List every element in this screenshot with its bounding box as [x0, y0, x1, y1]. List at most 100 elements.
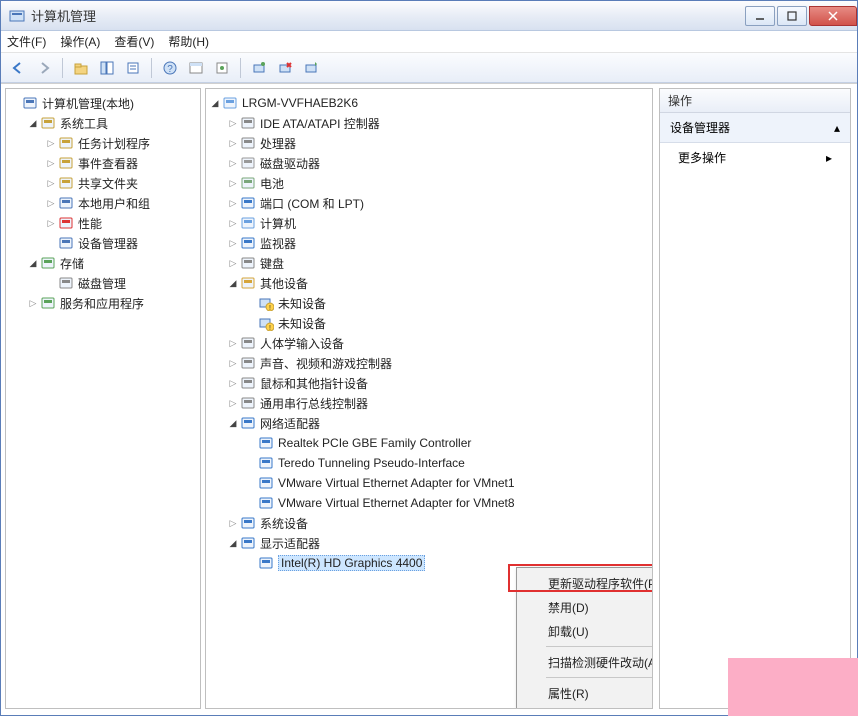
tree-twisty[interactable]: ◢ [226, 276, 240, 290]
tree-twisty[interactable]: ▷ [226, 176, 240, 190]
tree-row[interactable]: !未知设备 [208, 293, 650, 313]
tree-label: 声音、视频和游戏控制器 [260, 355, 392, 372]
tree-twisty[interactable]: ▷ [226, 376, 240, 390]
tree-twisty[interactable]: ▷ [226, 216, 240, 230]
tree-label: Intel(R) HD Graphics 4400 [278, 555, 425, 571]
tree-row[interactable]: VMware Virtual Ethernet Adapter for VMne… [208, 473, 650, 493]
tree-row[interactable]: ▷键盘 [208, 253, 650, 273]
uninstall-button[interactable] [274, 57, 296, 79]
tree-row[interactable]: ▷通用串行总线控制器 [208, 393, 650, 413]
tree-twisty[interactable]: ▷ [44, 196, 58, 210]
tree-row[interactable]: ▷ 声音、视频和游戏控制器 [208, 353, 650, 373]
tree-row[interactable]: ◢其他设备 [208, 273, 650, 293]
collapse-icon[interactable]: ▴ [834, 121, 840, 135]
tree-twisty[interactable]: ▷ [226, 256, 240, 270]
back-button[interactable] [7, 57, 29, 79]
actions-header: 操作 [660, 89, 850, 113]
tree-twisty[interactable]: ▷ [226, 516, 240, 530]
tree-row[interactable]: ▷系统设备 [208, 513, 650, 533]
tree-row[interactable]: ▷ 共享文件夹 [8, 173, 198, 193]
tree-twisty[interactable]: ◢ [26, 256, 40, 270]
context-menu-item[interactable]: 更新驱动程序软件(P)... [520, 571, 653, 595]
context-menu[interactable]: 更新驱动程序软件(P)...禁用(D)卸载(U) 扫描检测硬件改动(A) 属性(R) [516, 567, 653, 709]
maximize-button[interactable] [777, 6, 807, 26]
tree-row[interactable]: ▷人体学输入设备 [208, 333, 650, 353]
forward-button[interactable] [33, 57, 55, 79]
tree-row[interactable]: 计算机管理(本地) [8, 93, 198, 113]
tree-row[interactable]: ◢网络适配器 [208, 413, 650, 433]
update-driver-button[interactable] [300, 57, 322, 79]
show-hide-tree-button[interactable] [96, 57, 118, 79]
tree-row[interactable]: ▷ 性能 [8, 213, 198, 233]
tree-twisty[interactable]: ◢ [26, 116, 40, 130]
tree-label: 本地用户和组 [78, 195, 150, 212]
tree-row[interactable]: VMware Virtual Ethernet Adapter for VMne… [208, 493, 650, 513]
tree-twisty[interactable]: ◢ [226, 416, 240, 430]
tree-twisty[interactable]: ▷ [226, 396, 240, 410]
tree-label: VMware Virtual Ethernet Adapter for VMne… [278, 496, 515, 510]
toolbar-icon[interactable] [185, 57, 207, 79]
menu-view[interactable]: 查看(V) [114, 33, 154, 50]
menu-action[interactable]: 操作(A) [60, 33, 100, 50]
tree-row[interactable]: ▷处理器 [208, 133, 650, 153]
context-menu-item[interactable]: 卸载(U) [520, 619, 653, 643]
tree-row[interactable]: ▷鼠标和其他指针设备 [208, 373, 650, 393]
tree-twisty[interactable]: ◢ [208, 96, 222, 110]
console-tree[interactable]: 计算机管理(本地)◢系统工具▷任务计划程序▷事件查看器▷共享文件夹▷本地用户和组… [6, 89, 200, 317]
tree-row[interactable]: ▷磁盘驱动器 [208, 153, 650, 173]
context-menu-item[interactable]: 扫描检测硬件改动(A) [520, 650, 653, 674]
tree-twisty[interactable]: ▷ [226, 236, 240, 250]
tree-twisty[interactable]: ▷ [226, 156, 240, 170]
toolbar-icon[interactable] [211, 57, 233, 79]
up-icon[interactable] [70, 57, 92, 79]
more-actions-item[interactable]: 更多操作 ▸ [660, 143, 850, 172]
tree-twisty[interactable]: ▷ [44, 136, 58, 150]
tree-label: 共享文件夹 [78, 175, 138, 192]
left-pane[interactable]: 计算机管理(本地)◢系统工具▷任务计划程序▷事件查看器▷共享文件夹▷本地用户和组… [5, 88, 201, 709]
tree-row[interactable]: ◢LRGM-VVFHAEB2K6 [208, 93, 650, 113]
tree-row[interactable]: ▷计算机 [208, 213, 650, 233]
device-tree[interactable]: ◢LRGM-VVFHAEB2K6▷IDE ATA/ATAPI 控制器▷处理器▷磁… [206, 89, 652, 577]
tree-twisty[interactable]: ▷ [226, 356, 240, 370]
tree-row[interactable]: ▷ 本地用户和组 [8, 193, 198, 213]
tree-row[interactable]: ▷电池 [208, 173, 650, 193]
tree-twisty[interactable]: ▷ [226, 196, 240, 210]
titlebar[interactable]: 计算机管理 [1, 1, 857, 31]
tree-twisty[interactable]: ▷ [44, 176, 58, 190]
tree-row[interactable]: ◢显示适配器 [208, 533, 650, 553]
tree-twisty[interactable]: ▷ [26, 296, 40, 310]
close-button[interactable] [809, 6, 857, 26]
tree-row[interactable]: Realtek PCIe GBE Family Controller [208, 433, 650, 453]
tree-row[interactable]: ▷监视器 [208, 233, 650, 253]
tree-row[interactable]: 设备管理器 [8, 233, 198, 253]
tree-row[interactable]: ◢存储 [8, 253, 198, 273]
scan-hardware-button[interactable] [248, 57, 270, 79]
middle-pane[interactable]: ◢LRGM-VVFHAEB2K6▷IDE ATA/ATAPI 控制器▷处理器▷磁… [205, 88, 653, 709]
tree-row[interactable]: ◢系统工具 [8, 113, 198, 133]
context-menu-item[interactable]: 属性(R) [520, 681, 653, 705]
tree-row[interactable]: ▷端口 (COM 和 LPT) [208, 193, 650, 213]
tree-twisty[interactable]: ▷ [226, 116, 240, 130]
tree-label: 性能 [78, 215, 102, 232]
tree-row[interactable]: Teredo Tunneling Pseudo-Interface [208, 453, 650, 473]
help-button[interactable]: ? [159, 57, 181, 79]
tree-twisty[interactable]: ▷ [44, 216, 58, 230]
context-menu-separator [546, 646, 653, 647]
tree-row[interactable]: ▷服务和应用程序 [8, 293, 198, 313]
menu-file[interactable]: 文件(F) [7, 33, 46, 50]
tree-row[interactable]: ▷事件查看器 [8, 153, 198, 173]
tools-icon [40, 115, 56, 131]
tree-twisty[interactable]: ▷ [44, 156, 58, 170]
tree-row[interactable]: ▷IDE ATA/ATAPI 控制器 [208, 113, 650, 133]
context-menu-item[interactable]: 禁用(D) [520, 595, 653, 619]
tree-row[interactable]: ▷任务计划程序 [8, 133, 198, 153]
tree-row[interactable]: 磁盘管理 [8, 273, 198, 293]
tree-row[interactable]: !未知设备 [208, 313, 650, 333]
menu-help[interactable]: 帮助(H) [168, 33, 209, 50]
properties-icon[interactable] [122, 57, 144, 79]
minimize-button[interactable] [745, 6, 775, 26]
tree-twisty[interactable]: ▷ [226, 136, 240, 150]
tree-twisty[interactable]: ◢ [226, 536, 240, 550]
actions-section[interactable]: 设备管理器 ▴ [660, 113, 850, 143]
tree-twisty[interactable]: ▷ [226, 336, 240, 350]
